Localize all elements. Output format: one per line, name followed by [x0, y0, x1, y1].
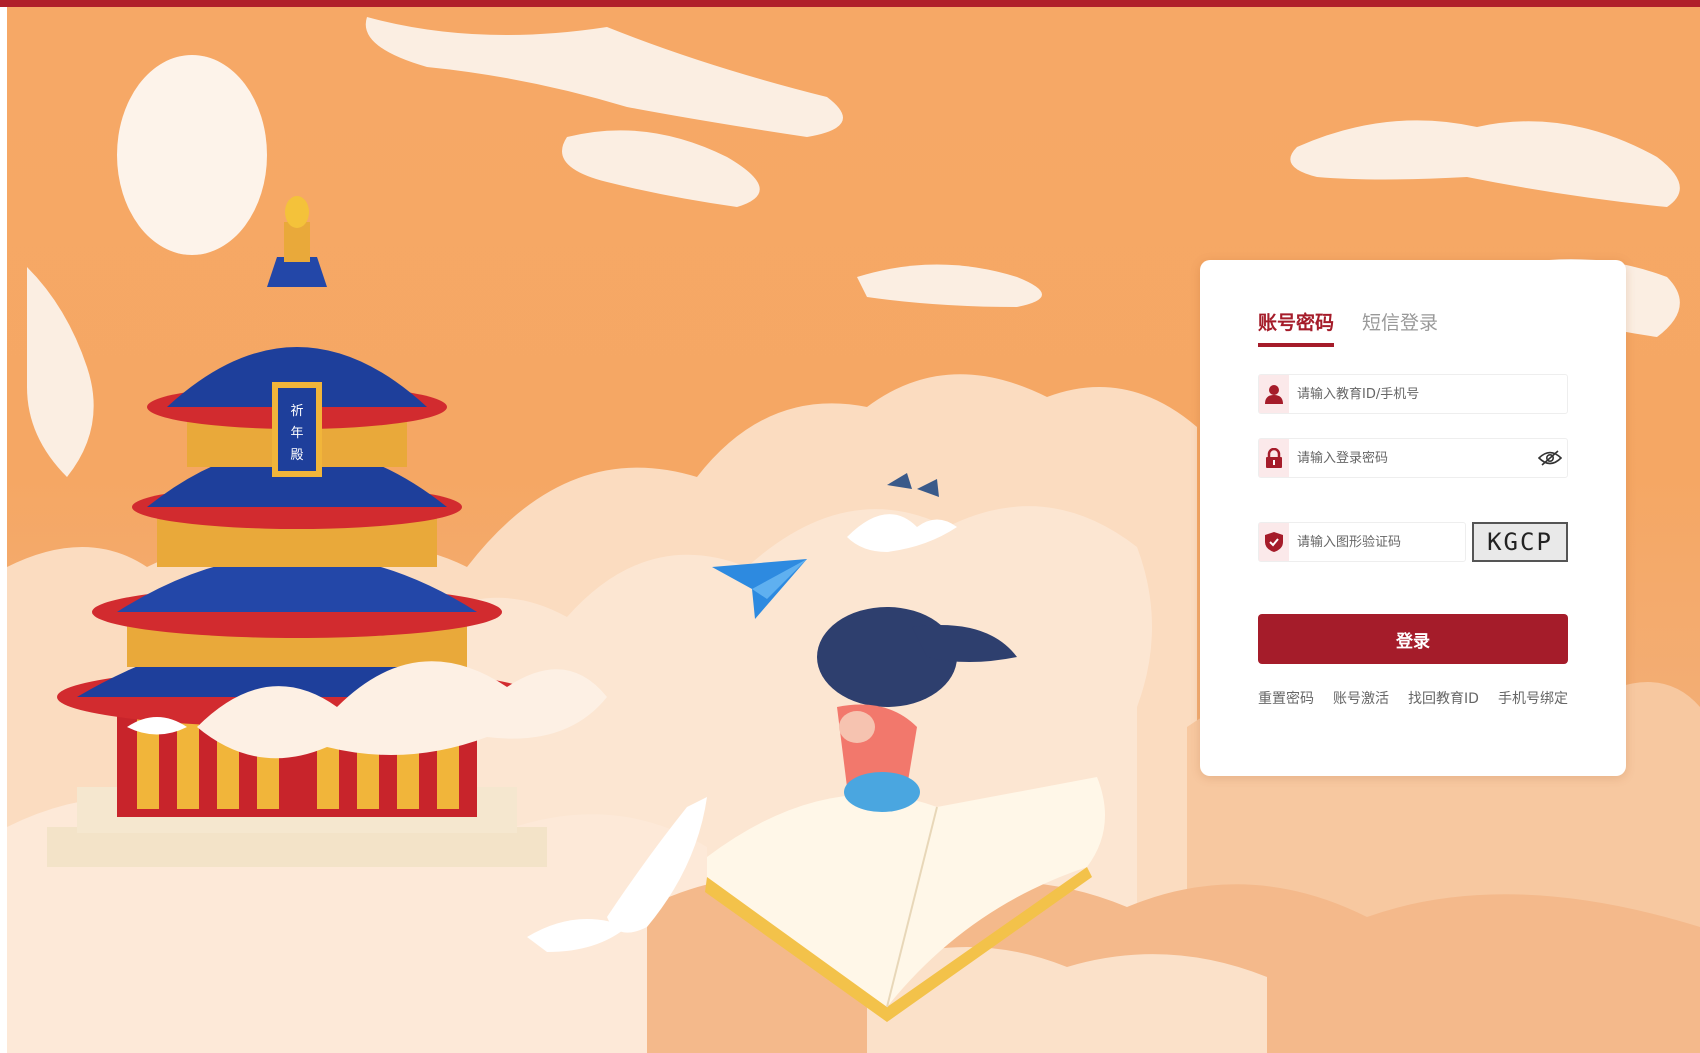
temple-of-heaven — [47, 196, 547, 867]
captcha-text: KGCP — [1487, 528, 1553, 556]
auxiliary-links: 重置密码 账号激活 找回教育ID 手机号绑定 — [1258, 688, 1568, 708]
password-field — [1258, 438, 1568, 478]
temple-sign-char-3: 殿 — [290, 448, 303, 463]
lock-icon — [1259, 439, 1289, 477]
recover-education-id-link[interactable]: 找回教育ID — [1408, 688, 1479, 708]
login-button[interactable]: 登录 — [1258, 614, 1568, 664]
tab-sms-login[interactable]: 短信登录 — [1362, 308, 1438, 347]
captcha-input[interactable] — [1289, 524, 1465, 560]
eye-icon[interactable] — [1533, 450, 1567, 466]
login-card: 账号密码 短信登录 KGCP 登录 重置密码 账号激活 找回教育ID 手机号绑定 — [1200, 260, 1626, 776]
shield-check-icon — [1259, 523, 1289, 561]
captcha-field — [1258, 522, 1466, 562]
account-input[interactable] — [1289, 376, 1567, 412]
top-brand-bar — [0, 0, 1700, 7]
tab-account-password[interactable]: 账号密码 — [1258, 308, 1335, 347]
reset-password-link[interactable]: 重置密码 — [1258, 688, 1314, 708]
captcha-image[interactable]: KGCP — [1472, 522, 1568, 562]
activate-account-link[interactable]: 账号激活 — [1333, 688, 1389, 708]
temple-sign-char-2: 年 — [290, 426, 303, 441]
password-input[interactable] — [1289, 440, 1533, 476]
sun — [117, 55, 267, 255]
user-icon — [1259, 375, 1289, 413]
bind-phone-link[interactable]: 手机号绑定 — [1498, 688, 1568, 708]
temple-sign-char-1: 祈 — [290, 404, 303, 419]
login-tabs: 账号密码 短信登录 — [1258, 308, 1438, 347]
account-field — [1258, 374, 1568, 414]
